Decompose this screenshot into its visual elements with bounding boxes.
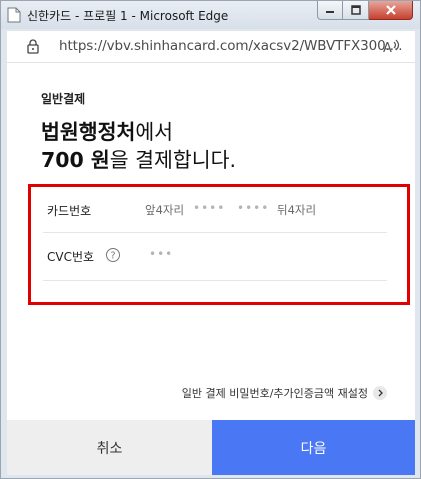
- card-input-box: 카드번호 앞4자리 •••• •••• 뒤4자리 CVC번호 ? •••: [28, 184, 410, 305]
- action-buttons: 취소 다음: [7, 420, 415, 475]
- payment-page: 일반결제 법원행정처에서 700 원을 결제합니다. 카드번호 앞4자리 •••…: [7, 63, 415, 475]
- minimize-icon: [326, 11, 334, 13]
- card-number-row: 카드번호 앞4자리 •••• •••• 뒤4자리: [43, 187, 387, 233]
- cancel-button[interactable]: 취소: [7, 420, 212, 475]
- cvc-input[interactable]: •••: [149, 247, 173, 261]
- next-button[interactable]: 다음: [212, 420, 415, 475]
- title-bar: 신한카드 - 프로필 1 - Microsoft Edge: [1, 1, 420, 29]
- payment-amount: 700 원: [41, 148, 110, 172]
- maximize-icon: [350, 5, 361, 15]
- cvc-label: CVC번호: [47, 250, 95, 264]
- merchant-name: 법원행정처: [41, 120, 136, 144]
- card-number-label: 카드번호: [47, 204, 92, 218]
- svg-text:?: ?: [110, 251, 115, 262]
- window-title: 신한카드 - 프로필 1 - Microsoft Edge: [27, 9, 229, 23]
- browser-window: 신한카드 - 프로필 1 - Microsoft Edge https://vb…: [0, 0, 421, 479]
- minimize-button[interactable]: [317, 1, 343, 20]
- help-icon[interactable]: ?: [105, 247, 121, 263]
- close-icon: [385, 5, 396, 15]
- payment-type-label: 일반결제: [41, 92, 86, 106]
- amount-suffix: 을 결제합니다.: [109, 148, 236, 172]
- merchant-suffix: 에서: [135, 120, 174, 144]
- card-number-mid2-input[interactable]: ••••: [237, 201, 269, 215]
- lock-icon[interactable]: [27, 39, 39, 54]
- password-reset-label: 일반 결제 비밀번호/추가인증금액 재설정: [181, 387, 368, 400]
- cvc-row: CVC번호 ? •••: [43, 233, 387, 281]
- maximize-button[interactable]: [343, 1, 369, 20]
- close-button[interactable]: [369, 1, 413, 20]
- address-bar[interactable]: https://vbv.shinhancard.com/xacsv2/WBVTF…: [7, 31, 415, 63]
- payment-headline: 법원행정처에서 700 원을 결제합니다.: [41, 118, 236, 174]
- read-aloud-icon[interactable]: A: [382, 38, 402, 56]
- window-controls: [317, 1, 413, 21]
- url-text[interactable]: https://vbv.shinhancard.com/xacsv2/WBVTF…: [59, 38, 402, 54]
- svg-text:A: A: [383, 41, 392, 56]
- card-number-first-input[interactable]: 앞4자리: [145, 202, 184, 218]
- page-icon: [7, 7, 21, 23]
- card-number-last-input[interactable]: 뒤4자리: [277, 202, 316, 218]
- chevron-right-icon: [373, 386, 387, 400]
- password-reset-link[interactable]: 일반 결제 비밀번호/추가인증금액 재설정: [182, 385, 387, 401]
- card-number-mid1-input[interactable]: ••••: [193, 201, 225, 215]
